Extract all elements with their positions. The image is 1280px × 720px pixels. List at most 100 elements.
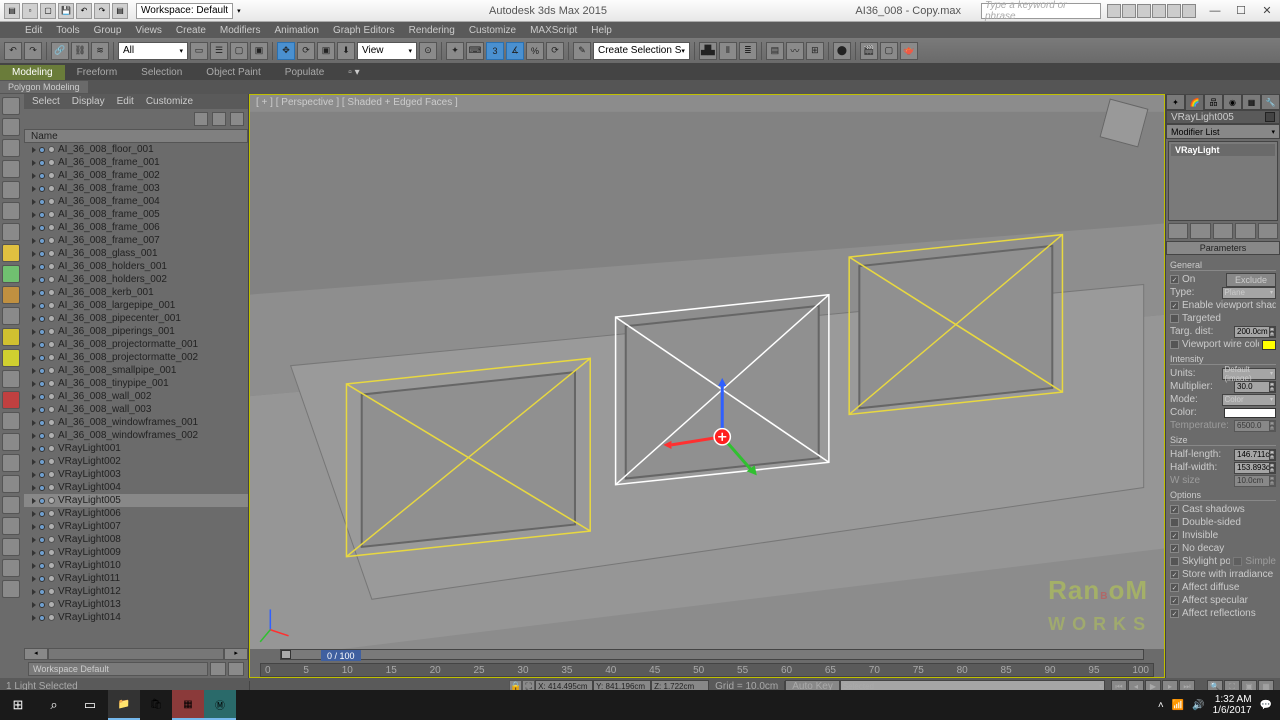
filter-ext6-icon[interactable] bbox=[2, 475, 20, 493]
menu-tools[interactable]: Tools bbox=[56, 25, 79, 36]
scene-item[interactable]: AI_36_008_glass_001 bbox=[24, 247, 248, 260]
search-taskbar-icon[interactable]: ⌕ bbox=[36, 690, 72, 720]
menu-edit[interactable]: Edit bbox=[25, 25, 42, 36]
filter-spacewarps-icon[interactable] bbox=[2, 223, 20, 241]
scene-item[interactable]: VRayLight003 bbox=[24, 468, 248, 481]
select-object-button[interactable]: ▭ bbox=[190, 42, 208, 60]
cast-shadows-checkbox[interactable]: ✓ bbox=[1170, 505, 1179, 514]
scroll-track[interactable] bbox=[48, 648, 224, 660]
menu-animation[interactable]: Animation bbox=[274, 25, 318, 36]
no-decay-checkbox[interactable]: ✓ bbox=[1170, 544, 1179, 553]
menu-modifiers[interactable]: Modifiers bbox=[220, 25, 261, 36]
pivot-center-button[interactable]: ⊙ bbox=[419, 42, 437, 60]
skylight-portal-checkbox[interactable] bbox=[1170, 557, 1179, 566]
scene-item[interactable]: VRayLight012 bbox=[24, 585, 248, 598]
notifications-icon[interactable]: 💬 bbox=[1260, 700, 1272, 711]
schematic-view-button[interactable]: ⊞ bbox=[806, 42, 824, 60]
type-dropdown[interactable]: Plane bbox=[1222, 287, 1277, 299]
filter-ext3-icon[interactable] bbox=[2, 412, 20, 430]
se-menu-customize[interactable]: Customize bbox=[146, 96, 193, 107]
project-icon[interactable]: ▤ bbox=[112, 3, 128, 19]
scene-item[interactable]: VRayLight005 bbox=[24, 494, 248, 507]
keyboard-shortcut-button[interactable]: ⌨ bbox=[466, 42, 484, 60]
se-view-icon[interactable] bbox=[230, 112, 244, 126]
manipulate-button[interactable]: ✦ bbox=[446, 42, 464, 60]
filter-lights-icon[interactable] bbox=[2, 160, 20, 178]
scene-explorer-list[interactable]: AI_36_008_floor_001AI_36_008_frame_001AI… bbox=[24, 143, 248, 648]
invisible-checkbox[interactable]: ✓ bbox=[1170, 531, 1179, 540]
double-sided-checkbox[interactable] bbox=[1170, 518, 1179, 527]
subscription-icon[interactable] bbox=[1107, 4, 1121, 18]
menu-grapheditors[interactable]: Graph Editors bbox=[333, 25, 395, 36]
edit-named-selection-button[interactable]: ✎ bbox=[573, 42, 591, 60]
scene-item[interactable]: VRayLight008 bbox=[24, 533, 248, 546]
filter-ext5-icon[interactable] bbox=[2, 454, 20, 472]
scene-item[interactable]: AI_36_008_windowframes_002 bbox=[24, 429, 248, 442]
pin-stack-icon[interactable] bbox=[1168, 223, 1188, 239]
se-menu-select[interactable]: Select bbox=[32, 96, 60, 107]
filter-xrefs-icon[interactable] bbox=[2, 265, 20, 283]
scene-item[interactable]: VRayLight004 bbox=[24, 481, 248, 494]
task-app1[interactable]: ▦ bbox=[172, 690, 204, 720]
scene-item[interactable]: AI_36_008_piperings_001 bbox=[24, 325, 248, 338]
viewport[interactable]: [ + ] [ Perspective ] [ Shaded + Edged F… bbox=[249, 94, 1165, 678]
bind-spacewarp-button[interactable]: ≋ bbox=[91, 42, 109, 60]
filter-all-icon[interactable] bbox=[2, 97, 20, 115]
align-button[interactable]: ⫴ bbox=[719, 42, 737, 60]
layers-button[interactable]: ≣ bbox=[739, 42, 757, 60]
scene-item[interactable]: AI_36_008_holders_002 bbox=[24, 273, 248, 286]
ribbon-expand-icon[interactable]: ▫ ▾ bbox=[348, 67, 359, 78]
workspace-selector[interactable]: Workspace: Default bbox=[136, 3, 233, 19]
rollout-parameters-header[interactable]: Parameters bbox=[1166, 241, 1280, 255]
ribbon-tab-populate[interactable]: Populate bbox=[273, 65, 336, 80]
task-explorer[interactable]: 📁 bbox=[108, 690, 140, 720]
scene-item[interactable]: VRayLight001 bbox=[24, 442, 248, 455]
minimize-button[interactable]: — bbox=[1202, 2, 1228, 20]
modifier-stack[interactable]: VRayLight bbox=[1168, 141, 1278, 221]
menu-maxscript[interactable]: MAXScript bbox=[530, 25, 577, 36]
stack-item-vraylight[interactable]: VRayLight bbox=[1171, 144, 1275, 156]
exclude-button[interactable]: Exclude bbox=[1226, 273, 1276, 287]
new-icon[interactable]: ▫ bbox=[22, 3, 38, 19]
redo-button[interactable]: ↷ bbox=[24, 42, 42, 60]
filter-ext8-icon[interactable] bbox=[2, 517, 20, 535]
help-icon[interactable] bbox=[1182, 4, 1196, 18]
filter-ext10-icon[interactable] bbox=[2, 559, 20, 577]
render-button[interactable]: 🫖 bbox=[900, 42, 918, 60]
affect-specular-checkbox[interactable]: ✓ bbox=[1170, 596, 1179, 605]
select-place-button[interactable]: ⬇ bbox=[337, 42, 355, 60]
search-input[interactable]: Type a keyword or phrase bbox=[981, 3, 1101, 19]
named-selection-set[interactable]: Create Selection S bbox=[593, 42, 690, 60]
scene-item[interactable]: AI_36_008_tinypipe_001 bbox=[24, 377, 248, 390]
object-name-field[interactable]: VRayLight005 bbox=[1166, 110, 1280, 124]
ribbon-tab-selection[interactable]: Selection bbox=[129, 65, 194, 80]
scene-item[interactable]: AI_36_008_floor_001 bbox=[24, 143, 248, 156]
snaps-toggle-button[interactable]: 3 bbox=[486, 42, 504, 60]
render-setup-button[interactable]: 🎬 bbox=[860, 42, 878, 60]
scene-item[interactable]: VRayLight007 bbox=[24, 520, 248, 533]
units-dropdown[interactable]: Default (image) bbox=[1222, 368, 1277, 380]
scene-item[interactable]: AI_36_008_largepipe_001 bbox=[24, 299, 248, 312]
ribbon-tab-modeling[interactable]: Modeling bbox=[0, 65, 65, 80]
scene-item[interactable]: AI_36_008_smallpipe_001 bbox=[24, 364, 248, 377]
select-by-name-button[interactable]: ☰ bbox=[210, 42, 228, 60]
targeted-checkbox[interactable] bbox=[1170, 314, 1179, 323]
task-store[interactable]: 🛍 bbox=[140, 690, 172, 720]
se-foot-btn-2[interactable] bbox=[228, 662, 244, 676]
menu-create[interactable]: Create bbox=[176, 25, 206, 36]
on-checkbox[interactable]: ✓ bbox=[1170, 275, 1179, 284]
filter-ext11-icon[interactable] bbox=[2, 580, 20, 598]
tab-modify-icon[interactable]: 🌈 bbox=[1185, 94, 1204, 110]
toggle-explorer-button[interactable]: ▤ bbox=[766, 42, 784, 60]
scene-item[interactable]: AI_36_008_wall_003 bbox=[24, 403, 248, 416]
scene-item[interactable]: VRayLight010 bbox=[24, 559, 248, 572]
scene-item[interactable]: AI_36_008_frame_003 bbox=[24, 182, 248, 195]
scroll-right-icon[interactable]: ▸ bbox=[224, 648, 248, 660]
scene-explorer-column-header[interactable]: Name bbox=[24, 129, 248, 143]
signin-icon[interactable] bbox=[1167, 4, 1181, 18]
start-button[interactable]: ⊞ bbox=[0, 690, 36, 720]
affect-diffuse-checkbox[interactable]: ✓ bbox=[1170, 583, 1179, 592]
angle-snap-button[interactable]: ∡ bbox=[506, 42, 524, 60]
select-scale-button[interactable]: ▣ bbox=[317, 42, 335, 60]
filter-ext4-icon[interactable] bbox=[2, 433, 20, 451]
